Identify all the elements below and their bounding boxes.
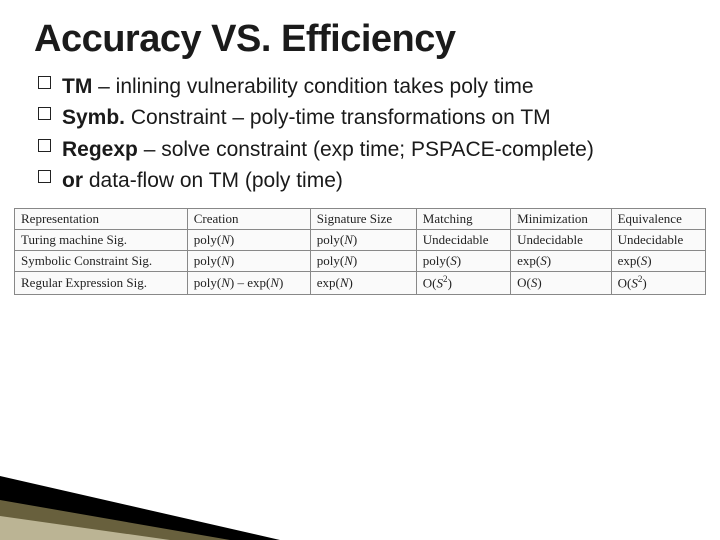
bullet-list: TM – inlining vulnerability condition ta… bbox=[34, 73, 686, 194]
bullet-text: – inlining vulnerability condition takes… bbox=[92, 75, 533, 98]
col-equivalence: Equivalence bbox=[611, 209, 705, 230]
cell: poly(S) bbox=[416, 251, 510, 272]
bullet-lead: Symb. bbox=[62, 106, 125, 129]
cell: O(S2) bbox=[611, 272, 705, 294]
bullet-lead: or bbox=[62, 169, 83, 192]
col-creation: Creation bbox=[187, 209, 310, 230]
bullet-text: – solve constraint (exp time; PSPACE-com… bbox=[138, 138, 594, 161]
bullet-item: Regexp – solve constraint (exp time; PSP… bbox=[62, 136, 686, 163]
cell: Undecidable bbox=[611, 230, 705, 251]
checkbox-icon bbox=[38, 76, 51, 89]
cell: poly(N) bbox=[310, 251, 416, 272]
complexity-table-wrap: Representation Creation Signature Size M… bbox=[14, 208, 706, 294]
checkbox-icon bbox=[38, 170, 51, 183]
page-title: Accuracy VS. Efficiency bbox=[34, 18, 686, 61]
cell: poly(N) – exp(N) bbox=[187, 272, 310, 294]
table-row: Regular Expression Sig. poly(N) – exp(N)… bbox=[15, 272, 706, 294]
cell: Turing machine Sig. bbox=[15, 230, 188, 251]
table-row: Symbolic Constraint Sig. poly(N) poly(N)… bbox=[15, 251, 706, 272]
bullet-item: or data-flow on TM (poly time) bbox=[62, 167, 686, 194]
checkbox-icon bbox=[38, 107, 51, 120]
slide: Accuracy VS. Efficiency TM – inlining vu… bbox=[0, 0, 720, 540]
cell: poly(N) bbox=[187, 230, 310, 251]
col-size: Signature Size bbox=[310, 209, 416, 230]
cell: exp(N) bbox=[310, 272, 416, 294]
corner-wedge-icon bbox=[0, 420, 300, 540]
cell: poly(N) bbox=[187, 251, 310, 272]
cell: Undecidable bbox=[416, 230, 510, 251]
cell: Symbolic Constraint Sig. bbox=[15, 251, 188, 272]
bullet-lead: TM bbox=[62, 75, 92, 98]
checkbox-icon bbox=[38, 139, 51, 152]
bullet-item: TM – inlining vulnerability condition ta… bbox=[62, 73, 686, 100]
complexity-table: Representation Creation Signature Size M… bbox=[14, 208, 706, 294]
cell: O(S) bbox=[511, 272, 611, 294]
cell: exp(S) bbox=[611, 251, 705, 272]
col-minimization: Minimization bbox=[511, 209, 611, 230]
col-representation: Representation bbox=[15, 209, 188, 230]
bullet-text: data-flow on TM (poly time) bbox=[83, 169, 343, 192]
col-matching: Matching bbox=[416, 209, 510, 230]
cell: Undecidable bbox=[511, 230, 611, 251]
cell: exp(S) bbox=[511, 251, 611, 272]
cell: O(S2) bbox=[416, 272, 510, 294]
bullet-item: Symb. Constraint – poly-time transformat… bbox=[62, 104, 686, 131]
cell: poly(N) bbox=[310, 230, 416, 251]
bullet-text: Constraint – poly-time transformations o… bbox=[125, 106, 551, 129]
bullet-lead: Regexp bbox=[62, 138, 138, 161]
table-header-row: Representation Creation Signature Size M… bbox=[15, 209, 706, 230]
cell: Regular Expression Sig. bbox=[15, 272, 188, 294]
table-row: Turing machine Sig. poly(N) poly(N) Unde… bbox=[15, 230, 706, 251]
